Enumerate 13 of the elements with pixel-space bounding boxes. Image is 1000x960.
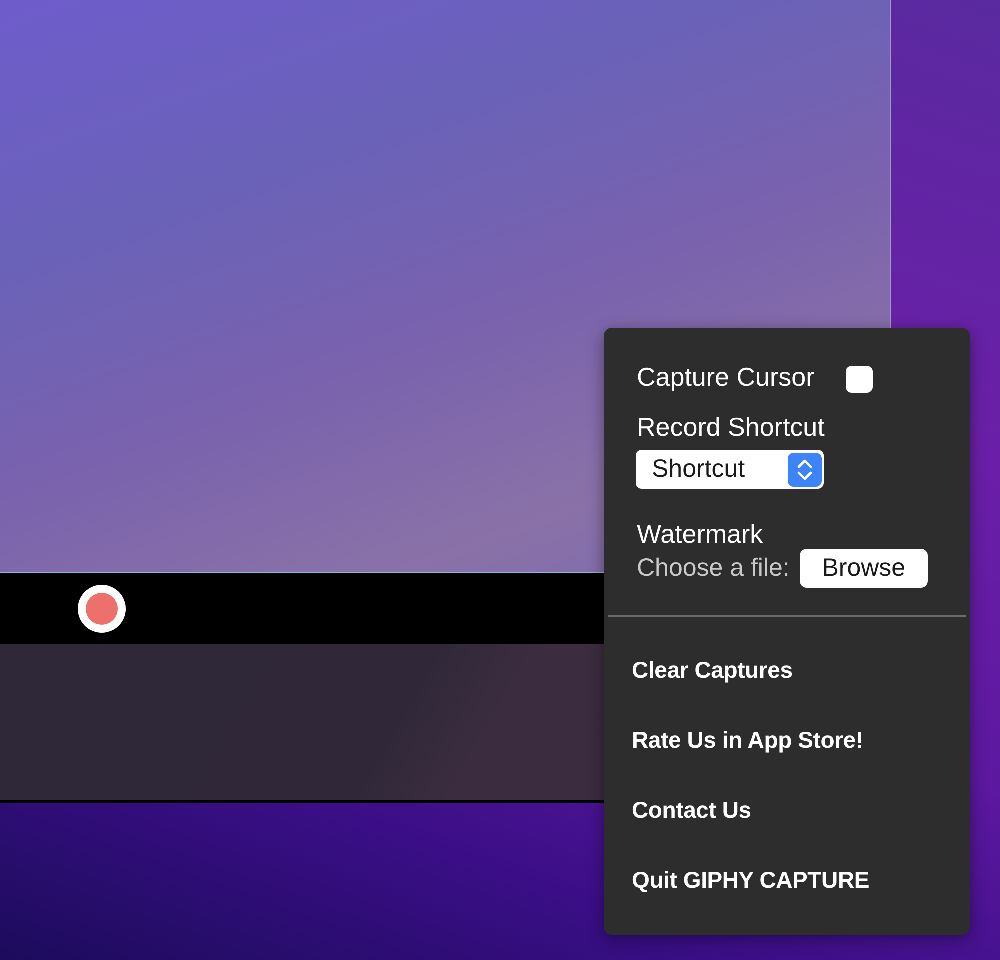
browse-button[interactable]: Browse xyxy=(800,549,928,588)
stepper-icon xyxy=(788,452,822,486)
menu-item[interactable]: Rate Us in App Store! xyxy=(604,717,970,787)
record-button[interactable] xyxy=(78,584,126,632)
record-shortcut-label: Record Shortcut xyxy=(636,411,826,444)
watermark-label: Watermark xyxy=(636,518,764,551)
menu-item[interactable]: Quit GIPHY CAPTURE xyxy=(604,857,970,927)
menu-item[interactable]: Clear Captures xyxy=(604,647,970,717)
choose-file-label: Choose a file: xyxy=(637,554,790,583)
shortcut-dropdown[interactable]: Shortcut xyxy=(636,450,824,489)
capture-cursor-label: Capture Cursor xyxy=(637,361,815,394)
checkbox[interactable] xyxy=(846,366,873,392)
menu-item[interactable]: Contact Us xyxy=(604,787,970,857)
